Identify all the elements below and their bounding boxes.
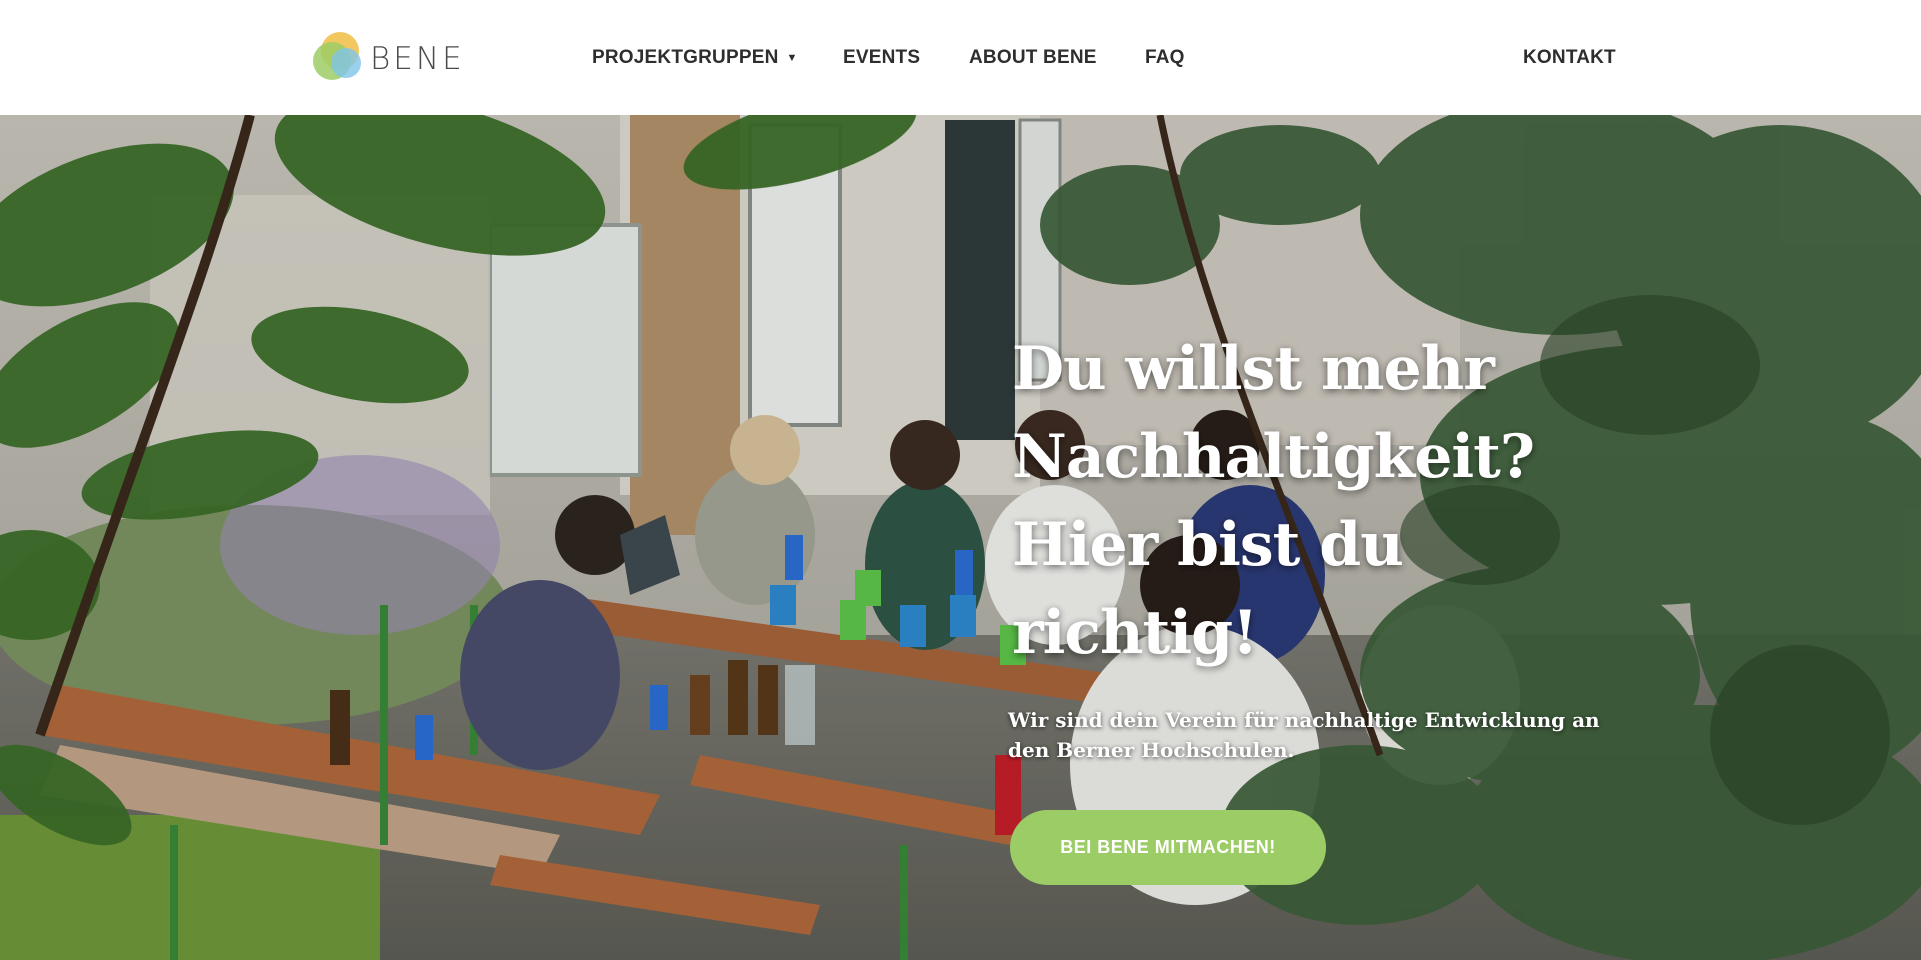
nav-item-projektgruppen[interactable]: PROJEKTGRUPPEN ▼	[592, 47, 798, 69]
logo-link[interactable]: BENE	[312, 27, 465, 85]
nav-item-events[interactable]: EVENTS	[843, 47, 920, 69]
caret-down-icon: ▼	[786, 51, 798, 64]
hero-subtitle: Wir sind dein Verein für nachhaltige Ent…	[1008, 708, 1600, 762]
hero-background-photo	[0, 115, 1921, 960]
site-header: BENE PROJEKTGRUPPEN ▼ EVENTS ABOUT BENE …	[0, 0, 1921, 115]
nav-events-wrap: EVENTS	[843, 0, 920, 115]
bene-logo-icon	[312, 29, 366, 83]
nav-faq-wrap: FAQ	[1145, 0, 1185, 115]
hero-section: Du willst mehr Nachhaltigkeit? Hier bist…	[0, 115, 1921, 960]
join-bene-button[interactable]: BEI BENE MITMACHEN!	[1010, 810, 1326, 885]
nav-contact-wrap: KONTAKT	[1523, 0, 1616, 115]
nav-item-about[interactable]: ABOUT BENE	[969, 47, 1097, 69]
main-nav: PROJEKTGRUPPEN ▼	[592, 0, 798, 115]
nav-about-wrap: ABOUT BENE	[969, 0, 1097, 115]
nav-item-kontakt[interactable]: KONTAKT	[1523, 47, 1616, 69]
nav-item-label: PROJEKTGRUPPEN	[592, 46, 779, 68]
nav-item-faq[interactable]: FAQ	[1145, 47, 1185, 69]
hero-title: Du willst mehr Nachhaltigkeit? Hier bist…	[1012, 334, 1535, 668]
logo-text: BENE	[370, 41, 465, 77]
